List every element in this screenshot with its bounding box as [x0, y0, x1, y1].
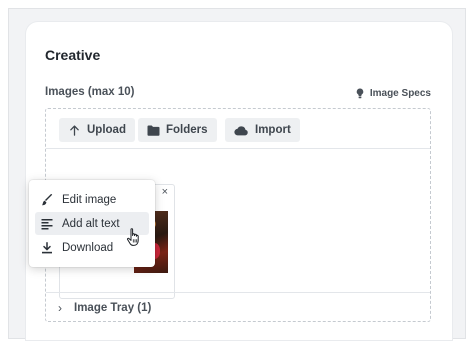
paintbrush-icon	[42, 193, 53, 205]
text-align-left-icon	[41, 218, 53, 229]
upload-button[interactable]: Upload	[59, 118, 135, 142]
menu-item-label: Edit image	[62, 193, 117, 206]
menu-item-label: Download	[62, 241, 114, 254]
image-specs-link[interactable]: Image Specs	[355, 88, 431, 99]
menu-item-edit-image[interactable]: Edit image	[35, 188, 149, 211]
image-context-menu: Edit image Add alt text Download	[29, 180, 155, 267]
import-button[interactable]: Import	[225, 118, 300, 142]
arrow-up-icon	[70, 124, 79, 136]
folders-button[interactable]: Folders	[138, 118, 217, 142]
tile-remove-button[interactable]: ×	[162, 186, 168, 198]
hand-pointer-cursor-icon	[126, 228, 139, 246]
image-tray-toggle[interactable]: › Image Tray (1)	[46, 292, 430, 322]
import-label: Import	[255, 124, 291, 136]
images-label: Images (max 10)	[45, 86, 135, 98]
folder-icon	[147, 125, 160, 136]
image-tray-label: Image Tray (1)	[74, 301, 152, 314]
menu-item-label: Add alt text	[62, 217, 120, 230]
cloud-icon	[234, 125, 248, 135]
folders-label: Folders	[166, 124, 208, 136]
card-title: Creative	[45, 47, 101, 63]
lightbulb-icon	[356, 88, 364, 99]
image-toolbar: Upload Folders Import	[46, 109, 430, 149]
chevron-right-icon: ›	[58, 300, 62, 315]
image-specs-label: Image Specs	[369, 88, 431, 99]
download-icon	[42, 241, 52, 253]
upload-label: Upload	[87, 124, 126, 136]
